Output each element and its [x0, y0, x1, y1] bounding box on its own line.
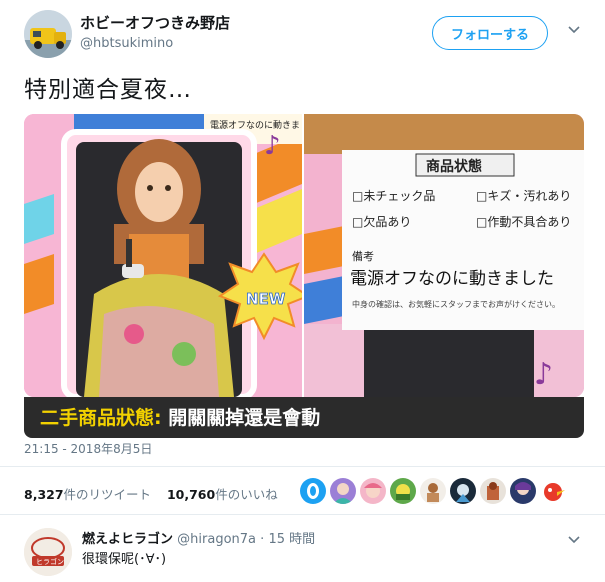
author-name[interactable]: ホビーオフつきみ野店: [80, 12, 230, 33]
author-handle[interactable]: @hbtsukimino: [80, 36, 173, 51]
follow-button[interactable]: フォローする: [432, 16, 548, 50]
liker-avatar[interactable]: [420, 478, 446, 504]
photo-caption: 二手商品狀態: 開關關掉還是會動: [40, 403, 320, 430]
card-title: 商品状態: [426, 158, 482, 175]
reply-avatar[interactable]: ヒラゴン: [24, 528, 72, 576]
liker-avatar[interactable]: [300, 478, 326, 504]
reply-author-handle[interactable]: @hiragon7a: [177, 532, 256, 547]
caption-label: 二手商品狀態:: [40, 407, 162, 429]
author-avatar[interactable]: [24, 10, 72, 58]
retweets-label: 件のリツイート: [63, 487, 152, 502]
liker-avatar[interactable]: [450, 478, 476, 504]
svg-text:ヒラゴン: ヒラゴン: [36, 557, 64, 566]
option-unchecked: □未チェック品: [352, 189, 435, 203]
divider: [0, 466, 605, 467]
chevron-down-icon[interactable]: [568, 24, 580, 36]
divider: [0, 514, 605, 515]
reply-text: 很環保呢(･∀･): [82, 552, 167, 567]
remark-label: 備考: [352, 250, 374, 263]
liker-avatar[interactable]: [480, 478, 506, 504]
caption-text: 開關關掉還是會動: [168, 407, 321, 429]
liker-avatar[interactable]: [330, 478, 356, 504]
reply-time[interactable]: 15 時間: [268, 532, 315, 547]
photo-doll-box[interactable]: 電源オフなのに動きました NEW ♪: [24, 114, 302, 397]
option-malfunction: □作動不具合あり: [476, 214, 571, 229]
liker-avatar[interactable]: [540, 478, 566, 504]
likes-label: 件のいいね: [215, 487, 278, 502]
reply-author-name[interactable]: 燃えよヒラゴン: [82, 532, 173, 547]
new-badge: NEW: [246, 290, 286, 308]
tweet-text: 特別適合夏夜…: [24, 77, 192, 103]
tweet-timestamp[interactable]: 21:15 - 2018年8月5日: [24, 440, 152, 457]
liker-avatar[interactable]: [390, 478, 416, 504]
remark-text: 電源オフなのに動きました: [350, 269, 554, 289]
tweet-stats: 8,327件のリツイート 10,760件のいいね: [24, 484, 278, 503]
option-scratches: □キズ・汚れあり: [476, 188, 571, 203]
card-note: 中身の確認は、お気軽にスタッフまでお声がけください。: [352, 299, 560, 309]
svg-text:♪: ♪: [534, 357, 553, 392]
retweet-stat[interactable]: 8,327件のリツイート: [24, 487, 151, 502]
liker-avatar[interactable]: [360, 478, 386, 504]
reply-header: 燃えよヒラゴン @hiragon7a · 15 時間: [82, 532, 316, 547]
chevron-down-icon[interactable]: [568, 534, 580, 546]
liker-avatar[interactable]: [510, 478, 536, 504]
likes-count: 10,760: [166, 487, 216, 502]
like-stat[interactable]: 10,760件のいいね: [167, 487, 278, 502]
retweets-count: 8,327: [24, 487, 64, 502]
photo-condition-card[interactable]: ♪ 商品状態 □未チェック品 □キズ・汚れあり □欠品あり □作動不具合あり 備…: [304, 114, 584, 397]
svg-text:♪: ♪: [264, 131, 281, 161]
option-missing: □欠品あり: [352, 214, 411, 229]
